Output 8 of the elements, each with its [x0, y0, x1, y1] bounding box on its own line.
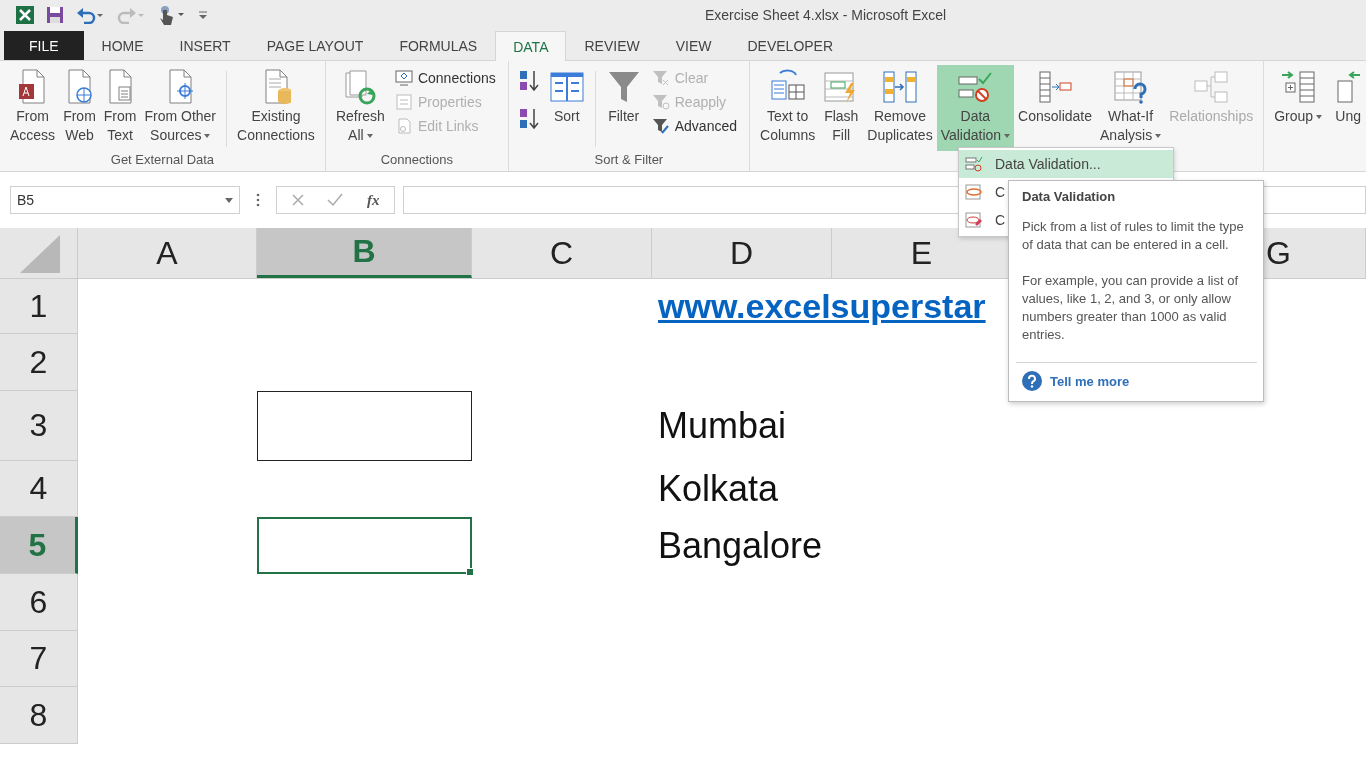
group-label: Connections — [380, 152, 453, 169]
menu-item-label: Data Validation... — [995, 156, 1101, 172]
tooltip-title: Data Validation — [1022, 189, 1117, 204]
window-title: Exercise Sheet 4.xlsx - Microsoft Excel — [705, 7, 947, 23]
group-label: Get External Data — [110, 152, 215, 169]
menu-item-label: C — [995, 212, 1006, 228]
menu-item-label: C — [995, 184, 1006, 200]
group-label: Sort & Filter — [594, 152, 664, 169]
